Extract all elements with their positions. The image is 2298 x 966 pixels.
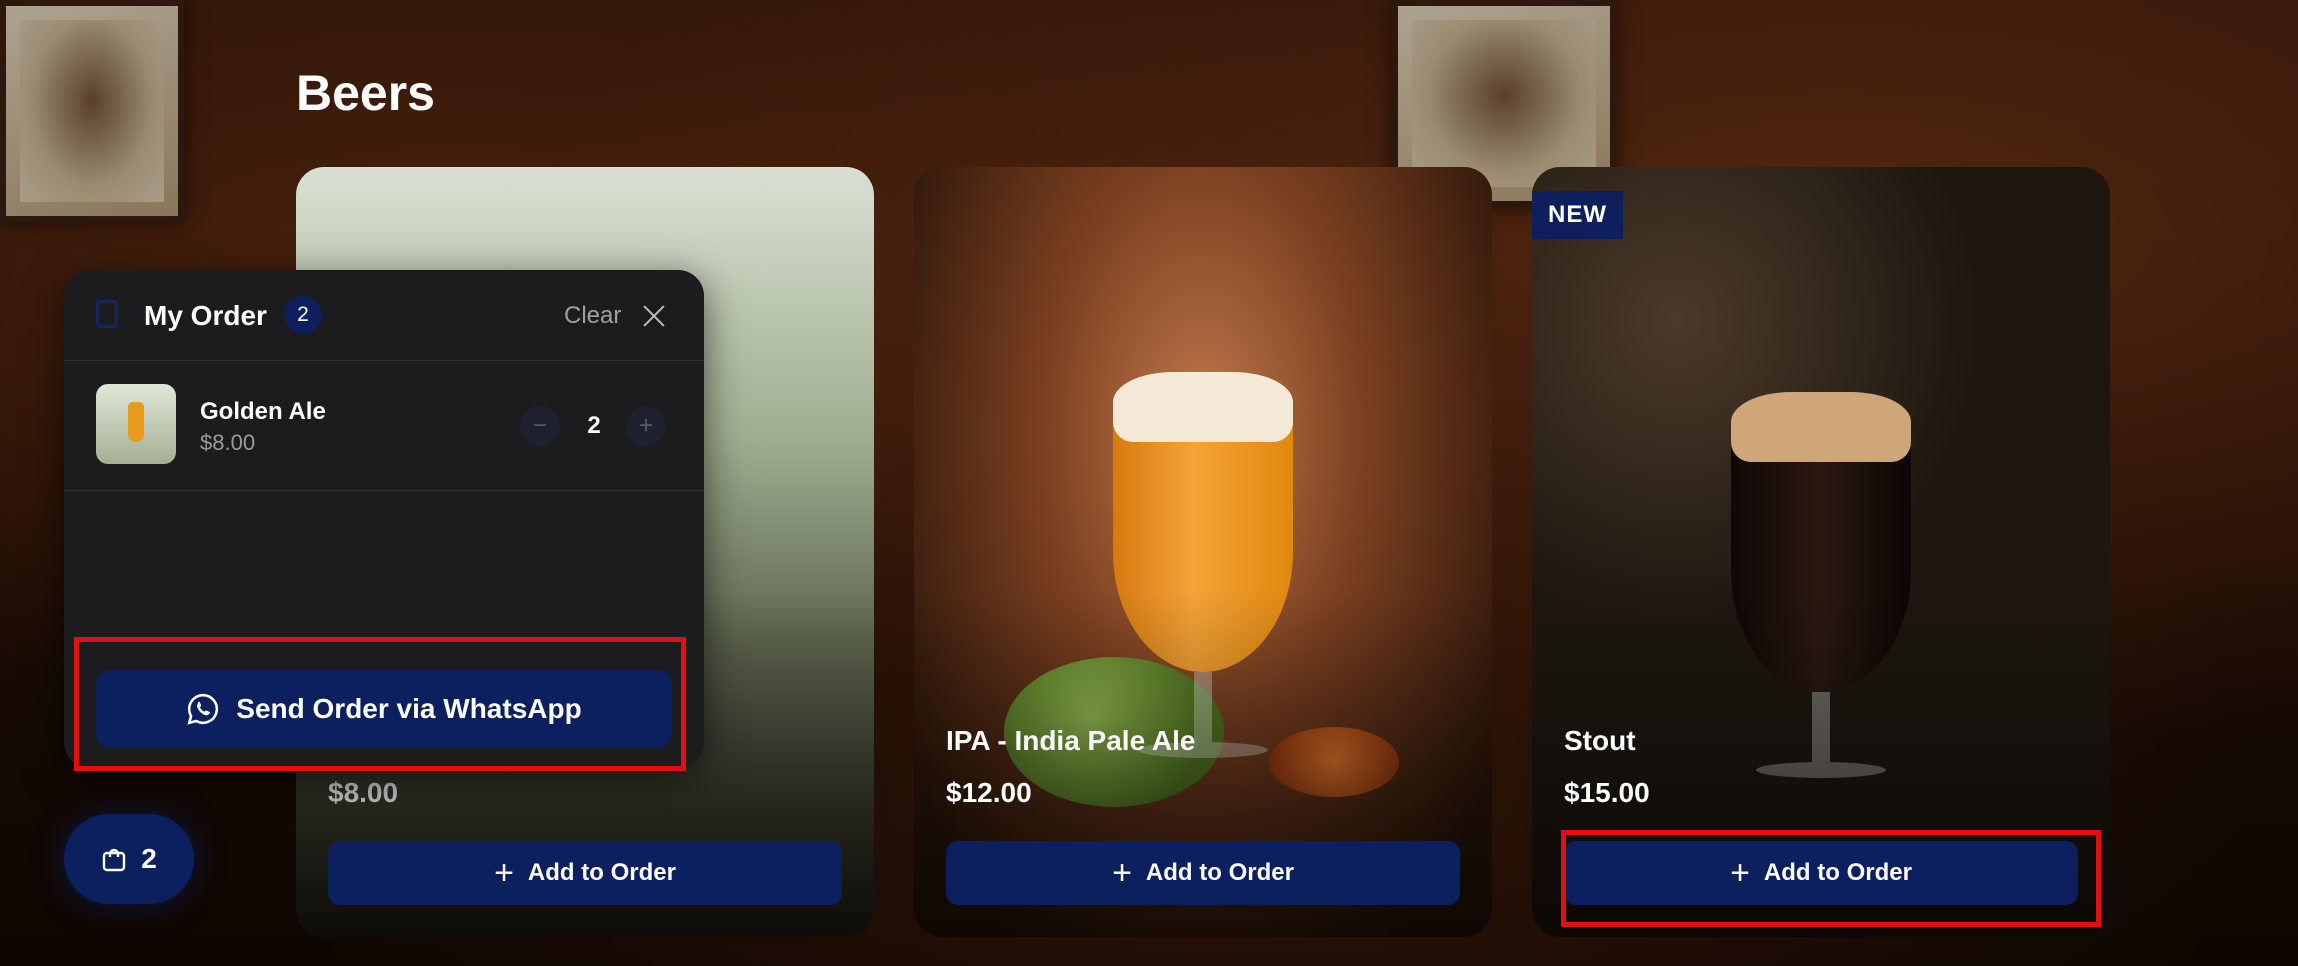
order-item-row: Golden Ale $8.00 − 2 + (64, 362, 704, 491)
order-item-thumbnail (96, 384, 176, 464)
wall-picture-frame (0, 0, 184, 222)
product-name: IPA - India Pale Ale (946, 725, 1196, 756)
order-count-badge: 2 (284, 296, 322, 334)
clear-order-button[interactable]: Clear (564, 302, 621, 330)
new-badge: NEW (1532, 191, 1623, 239)
add-to-order-label: Add to Order (1145, 859, 1294, 886)
shopping-bag-icon (96, 300, 118, 328)
whatsapp-icon (187, 693, 219, 725)
product-card-stout: NEW Stout $15.00 + Add to Order (1532, 167, 2110, 937)
add-to-order-button[interactable]: + Add to Order (1564, 841, 2078, 905)
order-item-quantity: 2 (587, 412, 601, 439)
order-panel: My Order 2 Clear Golden Ale $8.00 − 2 + … (64, 270, 704, 768)
product-card-ipa: IPA - India Pale Ale $12.00 + Add to Ord… (914, 167, 1492, 937)
add-to-order-label: Add to Order (1763, 859, 1912, 886)
product-price: $8.00 (328, 777, 399, 808)
add-to-order-button[interactable]: + Add to Order (328, 841, 842, 905)
order-title: My Order (144, 300, 267, 331)
order-item-price: $8.00 (200, 430, 256, 455)
plus-icon: + (1112, 854, 1132, 892)
add-to-order-button[interactable]: + Add to Order (946, 841, 1460, 905)
product-price: $12.00 (946, 777, 1032, 808)
product-name: Stout (1564, 725, 1636, 756)
send-order-whatsapp-button[interactable]: Send Order via WhatsApp (96, 670, 672, 748)
order-panel-header: My Order 2 Clear (64, 270, 704, 361)
plus-icon: + (1730, 854, 1750, 892)
product-price: $15.00 (1564, 777, 1650, 808)
plus-icon: + (494, 854, 514, 892)
shopping-bag-icon (103, 848, 126, 872)
send-order-label: Send Order via WhatsApp (236, 693, 582, 724)
section-title: Beers (296, 65, 435, 121)
cart-floating-button[interactable]: 2 (64, 814, 194, 904)
decrease-quantity-button[interactable]: − (520, 406, 560, 446)
increase-quantity-button[interactable]: + (626, 406, 666, 446)
add-to-order-label: Add to Order (527, 859, 676, 886)
cart-count: 2 (141, 843, 157, 874)
close-icon[interactable] (640, 302, 668, 330)
order-item-name: Golden Ale (200, 398, 326, 425)
